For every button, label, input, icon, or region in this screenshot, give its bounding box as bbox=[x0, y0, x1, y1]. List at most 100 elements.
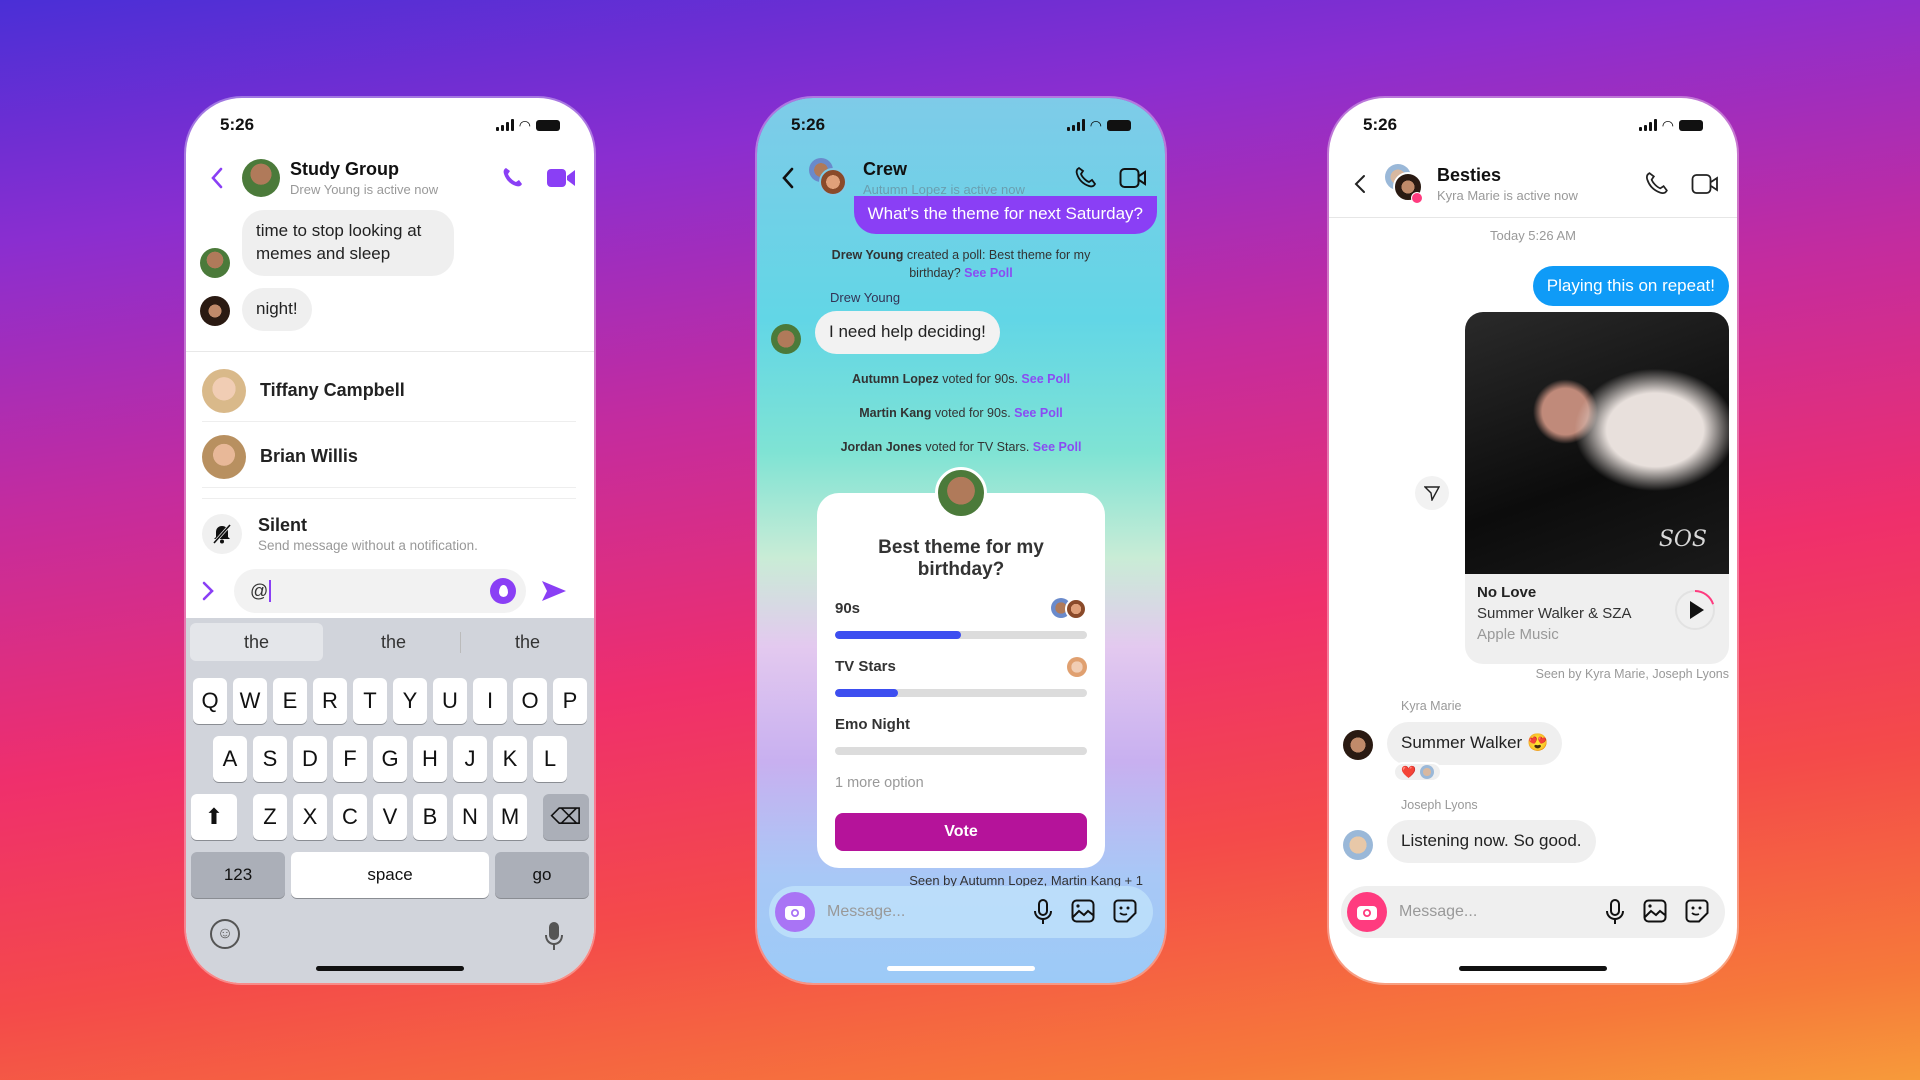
key-j[interactable]: J bbox=[453, 736, 487, 782]
microphone-icon[interactable] bbox=[1605, 899, 1625, 925]
video-camera-icon[interactable] bbox=[1691, 173, 1719, 195]
wifi-icon: ◠ bbox=[518, 116, 531, 133]
phone-study-group: 5:26 ◠ Study Group Drew Young is active … bbox=[186, 98, 594, 983]
key-l[interactable]: L bbox=[533, 736, 567, 782]
key-q[interactable]: Q bbox=[193, 678, 227, 724]
group-avatar[interactable] bbox=[242, 159, 280, 197]
outgoing-message[interactable]: Playing this on repeat! bbox=[1532, 266, 1729, 306]
shift-key[interactable]: ⬆ bbox=[191, 794, 237, 840]
key-a[interactable]: A bbox=[213, 736, 247, 782]
key-x[interactable]: X bbox=[293, 794, 327, 840]
key-k[interactable]: K bbox=[493, 736, 527, 782]
key-w[interactable]: W bbox=[233, 678, 267, 724]
back-button[interactable] bbox=[1347, 169, 1373, 199]
key-c[interactable]: C bbox=[333, 794, 367, 840]
vote-event: Autumn Lopez voted for 90s. See Poll bbox=[757, 372, 1165, 386]
chat-header: Study Group Drew Young is active now bbox=[186, 142, 594, 214]
outgoing-message[interactable]: What's the theme for next Saturday? bbox=[853, 196, 1157, 234]
key-s[interactable]: S bbox=[253, 736, 287, 782]
phone-icon[interactable] bbox=[1073, 166, 1097, 190]
poll-progress bbox=[835, 630, 1087, 639]
message-input[interactable]: Message... bbox=[1399, 903, 1477, 921]
fire-icon[interactable] bbox=[490, 578, 516, 604]
gallery-icon[interactable] bbox=[1071, 899, 1095, 923]
go-key[interactable]: go bbox=[495, 852, 589, 898]
group-avatar[interactable] bbox=[809, 158, 849, 198]
microphone-icon[interactable] bbox=[1033, 899, 1053, 925]
backspace-key[interactable]: ⌫ bbox=[543, 794, 589, 840]
suggestion[interactable]: the bbox=[461, 632, 594, 653]
see-poll-link[interactable]: See Poll bbox=[1014, 406, 1063, 420]
message-input[interactable]: Message... bbox=[827, 903, 905, 921]
chevron-right-icon[interactable] bbox=[200, 580, 216, 602]
message-bubble[interactable]: Summer Walker 😍 bbox=[1387, 722, 1563, 765]
video-camera-icon[interactable] bbox=[546, 167, 576, 189]
keyboard: the the the QWERTYUIOP ASDFGHJKL ⬆ ZXCVB… bbox=[186, 618, 594, 983]
numbers-key[interactable]: 123 bbox=[191, 852, 285, 898]
key-d[interactable]: D bbox=[293, 736, 327, 782]
more-options[interactable]: 1 more option bbox=[835, 775, 1087, 791]
group-avatar[interactable] bbox=[1385, 163, 1425, 204]
phone-icon[interactable] bbox=[500, 166, 524, 190]
message-bubble[interactable]: I need help deciding! bbox=[815, 311, 1000, 354]
poll-option-label: 90s bbox=[835, 600, 861, 618]
mention-item[interactable]: Brian Willis bbox=[202, 426, 576, 488]
poll-option[interactable]: Emo Night bbox=[835, 713, 1087, 755]
poll-option[interactable]: 90s bbox=[835, 597, 1087, 639]
send-icon[interactable] bbox=[540, 579, 568, 603]
share-button[interactable] bbox=[1415, 476, 1449, 510]
sender-avatar bbox=[200, 248, 230, 278]
suggestion[interactable]: the bbox=[190, 623, 323, 661]
phone-icon[interactable] bbox=[1643, 171, 1669, 197]
key-t[interactable]: T bbox=[353, 678, 387, 724]
poll-progress bbox=[835, 688, 1087, 697]
vote-button[interactable]: Vote bbox=[835, 812, 1087, 851]
key-row-3: ⬆ Z X C V B N M ⌫ bbox=[186, 794, 594, 840]
signal-icon bbox=[1066, 119, 1085, 131]
key-u[interactable]: U bbox=[433, 678, 467, 724]
back-button[interactable] bbox=[204, 163, 230, 193]
key-h[interactable]: H bbox=[413, 736, 447, 782]
emoji-key[interactable]: ☺ bbox=[210, 919, 240, 949]
key-f[interactable]: F bbox=[333, 736, 367, 782]
key-o[interactable]: O bbox=[513, 678, 547, 724]
key-b[interactable]: B bbox=[413, 794, 447, 840]
silent-subtitle: Send message without a notification. bbox=[258, 537, 478, 553]
gallery-icon[interactable] bbox=[1643, 899, 1667, 923]
key-v[interactable]: V bbox=[373, 794, 407, 840]
space-key[interactable]: space bbox=[291, 852, 489, 898]
key-y[interactable]: Y bbox=[393, 678, 427, 724]
see-poll-link[interactable]: See Poll bbox=[1021, 372, 1070, 386]
see-poll-link[interactable]: See Poll bbox=[964, 266, 1013, 280]
video-camera-icon[interactable] bbox=[1119, 167, 1147, 189]
reaction[interactable]: ❤️ bbox=[1393, 762, 1442, 782]
key-n[interactable]: N bbox=[453, 794, 487, 840]
message-input[interactable]: @ bbox=[234, 569, 526, 613]
music-share-card[interactable]: SOS No Love Summer Walker & SZA Apple Mu… bbox=[1465, 312, 1729, 664]
poll-option[interactable]: TV Stars bbox=[835, 655, 1087, 697]
see-poll-link[interactable]: See Poll bbox=[1033, 440, 1082, 454]
key-z[interactable]: Z bbox=[253, 794, 287, 840]
microphone-icon[interactable] bbox=[544, 921, 564, 951]
play-button[interactable] bbox=[1673, 588, 1717, 632]
sticker-icon[interactable] bbox=[1113, 899, 1137, 923]
key-g[interactable]: G bbox=[373, 736, 407, 782]
key-r[interactable]: R bbox=[313, 678, 347, 724]
status-time: 5:26 bbox=[1363, 115, 1398, 134]
mention-item[interactable]: Tiffany Campbell bbox=[202, 360, 576, 422]
key-i[interactable]: I bbox=[473, 678, 507, 724]
key-p[interactable]: P bbox=[553, 678, 587, 724]
suggestion[interactable]: the bbox=[327, 631, 461, 653]
key-e[interactable]: E bbox=[273, 678, 307, 724]
key-m[interactable]: M bbox=[493, 794, 527, 840]
poll-progress bbox=[835, 746, 1087, 755]
silent-option[interactable]: Silent Send message without a notificati… bbox=[202, 498, 576, 562]
camera-button[interactable] bbox=[1347, 892, 1387, 932]
back-button[interactable] bbox=[775, 163, 801, 193]
camera-button[interactable] bbox=[775, 892, 815, 932]
message-bubble[interactable]: Listening now. So good. bbox=[1387, 820, 1596, 863]
message-bubble[interactable]: night! bbox=[242, 288, 312, 331]
message-bubble[interactable]: time to stop looking at memes and sleep bbox=[242, 210, 454, 276]
composer: Message... bbox=[769, 886, 1153, 938]
sticker-icon[interactable] bbox=[1685, 899, 1709, 923]
